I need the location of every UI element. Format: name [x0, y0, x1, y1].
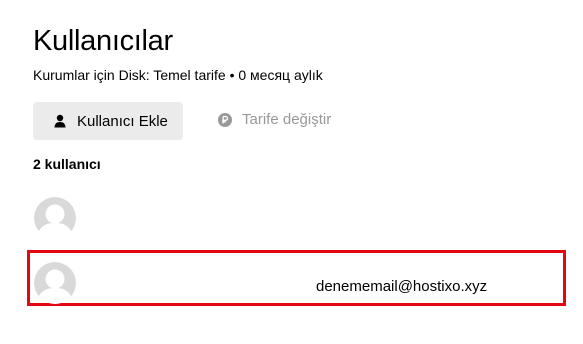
avatar-placeholder-icon: [34, 262, 76, 304]
change-plan-button[interactable]: Tarife değiştir: [218, 111, 331, 128]
user-email: denememail@hostixo.xyz: [316, 278, 488, 295]
plan-subtitle: Kurumlar için Disk: Temel tarife • 0 мес…: [33, 67, 323, 83]
add-user-label: Kullanıcı Ekle: [77, 112, 168, 130]
add-user-button[interactable]: Kullanıcı Ekle: [33, 102, 183, 140]
change-plan-label: Tarife değiştir: [242, 111, 332, 128]
avatar-placeholder-icon: [34, 197, 76, 239]
page-title: Kullanıcılar: [33, 25, 173, 57]
users-page: Kullanıcılar Kurumlar için Disk: Temel t…: [0, 0, 583, 344]
ruble-icon: [218, 112, 232, 127]
user-row-highlighted[interactable]: denememail@hostixo.xyz: [27, 250, 566, 306]
user-icon: [53, 114, 67, 128]
user-count: 2 kullanıcı: [33, 156, 101, 172]
